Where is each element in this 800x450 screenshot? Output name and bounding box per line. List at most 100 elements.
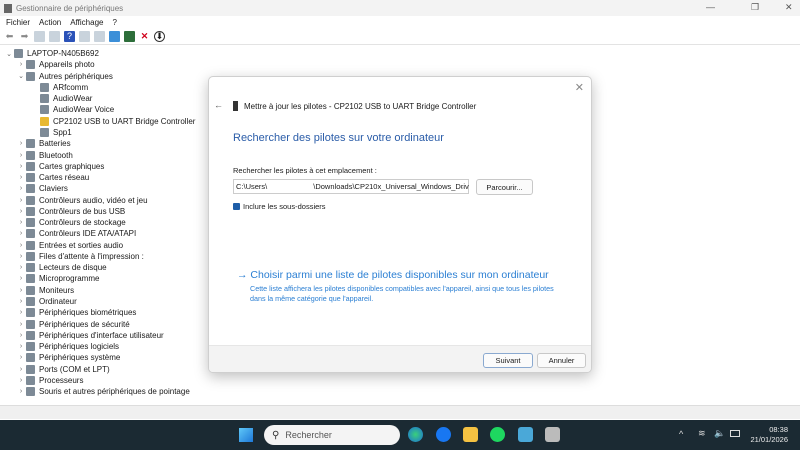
tree-item-label: Microprogramme [39, 274, 100, 284]
time: 08:38 [769, 425, 788, 434]
chevron-right-icon[interactable]: › [16, 354, 26, 361]
chevron-right-icon[interactable]: › [16, 321, 26, 328]
device-icon [26, 71, 35, 81]
windows-start-icon[interactable] [239, 428, 253, 442]
chevron-right-icon[interactable]: › [16, 377, 26, 384]
device-icon [26, 330, 35, 340]
menu-action[interactable]: Action [39, 18, 61, 27]
tree-item-label: Souris et autres périphériques de pointa… [39, 387, 190, 397]
tree-item-label: Moniteurs [39, 285, 75, 295]
view-icon[interactable] [79, 30, 90, 42]
include-subfolders-label: Inclure les sous-dossiers [243, 202, 326, 211]
menu-fichier[interactable]: Fichier [6, 18, 30, 27]
spotify-icon[interactable] [490, 427, 505, 442]
chevron-down-icon[interactable]: ⌄ [16, 72, 26, 80]
device-icon [26, 184, 35, 194]
tree-item[interactable]: › Processeurs [0, 375, 800, 386]
chevron-right-icon[interactable]: › [16, 343, 26, 350]
tree-item[interactable]: ⌄ LAPTOP-N405B692 [0, 48, 800, 59]
disable-icon[interactable]: ⬇ [154, 30, 165, 42]
include-subfolders-checkbox[interactable]: Inclure les sous-dossiers [233, 202, 326, 211]
chevron-right-icon[interactable]: › [16, 275, 26, 282]
dialog-close-button[interactable]: ✕ [575, 81, 584, 94]
monitor-icon[interactable] [109, 30, 120, 42]
search-placeholder: Rechercher [285, 430, 332, 440]
properties-icon[interactable] [34, 30, 45, 42]
chevron-right-icon[interactable]: › [16, 366, 26, 373]
edge-icon[interactable] [408, 427, 423, 442]
chevron-right-icon[interactable]: › [16, 230, 26, 237]
chevron-right-icon[interactable]: › [16, 185, 26, 192]
path-combobox[interactable]: C:\Users\ \Downloads\CP210x_Universal_Wi… [233, 179, 469, 194]
taskbar: ^ ≋ 🔈 08:38 21/01/2026 [0, 420, 800, 450]
tree-item[interactable]: › Souris et autres périphériques de point… [0, 386, 800, 397]
chevron-right-icon[interactable]: › [16, 152, 26, 159]
chevron-right-icon[interactable]: › [16, 208, 26, 215]
chevron-right-icon[interactable]: › [16, 287, 26, 294]
chevron-right-icon[interactable]: › [16, 140, 26, 147]
next-button[interactable]: Suivant [483, 353, 533, 368]
update-driver-icon[interactable] [124, 30, 135, 42]
forward-icon[interactable]: ➡ [19, 31, 30, 42]
chevron-right-icon[interactable]: › [16, 253, 26, 260]
tree-item[interactable]: › Appareils photo [0, 59, 800, 70]
uninstall-icon[interactable]: ✕ [139, 31, 150, 42]
back-icon[interactable]: ⬅ [4, 31, 15, 42]
tree-item-label: Périphériques système [39, 353, 121, 363]
device-icon [26, 173, 35, 183]
chevron-right-icon[interactable]: › [16, 219, 26, 226]
maximize-button[interactable]: ❐ [751, 2, 759, 13]
device-icon [26, 308, 35, 318]
pick-driver-link[interactable]: → Choisir parmi une liste de pilotes dis… [237, 269, 549, 281]
path-end: \Downloads\CP210x_Universal_Windows_Driv [313, 182, 469, 191]
device-icon [40, 105, 49, 115]
battery-icon[interactable] [730, 430, 740, 437]
messenger-icon[interactable] [436, 427, 451, 442]
chevron-right-icon[interactable]: › [16, 174, 26, 181]
chevron-down-icon[interactable]: ⌄ [459, 183, 465, 191]
chevron-up-icon[interactable]: ^ [679, 429, 683, 439]
chevron-right-icon[interactable]: › [16, 388, 26, 395]
device-icon [26, 218, 35, 228]
tree-item-label: Cartes réseau [39, 173, 90, 183]
tree-item-label: Périphériques biométriques [39, 308, 137, 318]
menu-bar: Fichier Action Affichage ? [0, 16, 800, 28]
chevron-right-icon[interactable]: › [16, 332, 26, 339]
help-icon[interactable]: ? [64, 30, 75, 42]
chevron-down-icon[interactable]: ⌄ [4, 50, 14, 58]
volume-icon[interactable]: 🔈 [714, 428, 725, 439]
clock[interactable]: 08:38 21/01/2026 [750, 425, 788, 445]
chevron-right-icon[interactable]: › [16, 197, 26, 204]
scan-hardware-icon[interactable] [94, 30, 105, 42]
wifi-icon[interactable]: ≋ [698, 428, 706, 439]
remote-desktop-icon[interactable] [518, 427, 533, 442]
status-bar [0, 405, 800, 419]
chevron-right-icon[interactable]: › [16, 309, 26, 316]
tree-item-label: Contrôleurs de stockage [39, 218, 126, 228]
tree-item-label: AudioWear Voice [53, 105, 115, 115]
refresh-view-icon[interactable] [49, 30, 60, 42]
chevron-right-icon[interactable]: › [16, 298, 26, 305]
device-manager-taskbar-icon[interactable] [545, 427, 560, 442]
close-button[interactable]: ✕ [785, 2, 793, 13]
tree-item-label: ARfcomm [53, 82, 89, 92]
tree-item-label: Spp1 [53, 127, 72, 137]
chevron-right-icon[interactable]: › [16, 264, 26, 271]
device-icon [26, 342, 35, 352]
device-icon [26, 195, 35, 205]
chevron-right-icon[interactable]: › [16, 61, 26, 68]
device-icon [40, 82, 49, 92]
minimize-button[interactable]: — [706, 2, 715, 12]
tree-item-label: Contrôleurs audio, vidéo et jeu [39, 195, 148, 205]
menu-help[interactable]: ? [112, 18, 116, 27]
browse-button[interactable]: Parcourir... [476, 179, 533, 195]
taskbar-search[interactable]: ⚲ Rechercher [264, 425, 400, 445]
arrow-right-icon: → [237, 269, 251, 281]
cancel-button[interactable]: Annuler [537, 353, 586, 368]
chevron-right-icon[interactable]: › [16, 163, 26, 170]
pick-driver-link-text: Choisir parmi une liste de pilotes dispo… [250, 269, 549, 281]
back-arrow-icon[interactable]: ← [214, 100, 223, 110]
menu-affichage[interactable]: Affichage [70, 18, 103, 27]
chevron-right-icon[interactable]: › [16, 242, 26, 249]
file-explorer-icon[interactable] [463, 427, 478, 442]
